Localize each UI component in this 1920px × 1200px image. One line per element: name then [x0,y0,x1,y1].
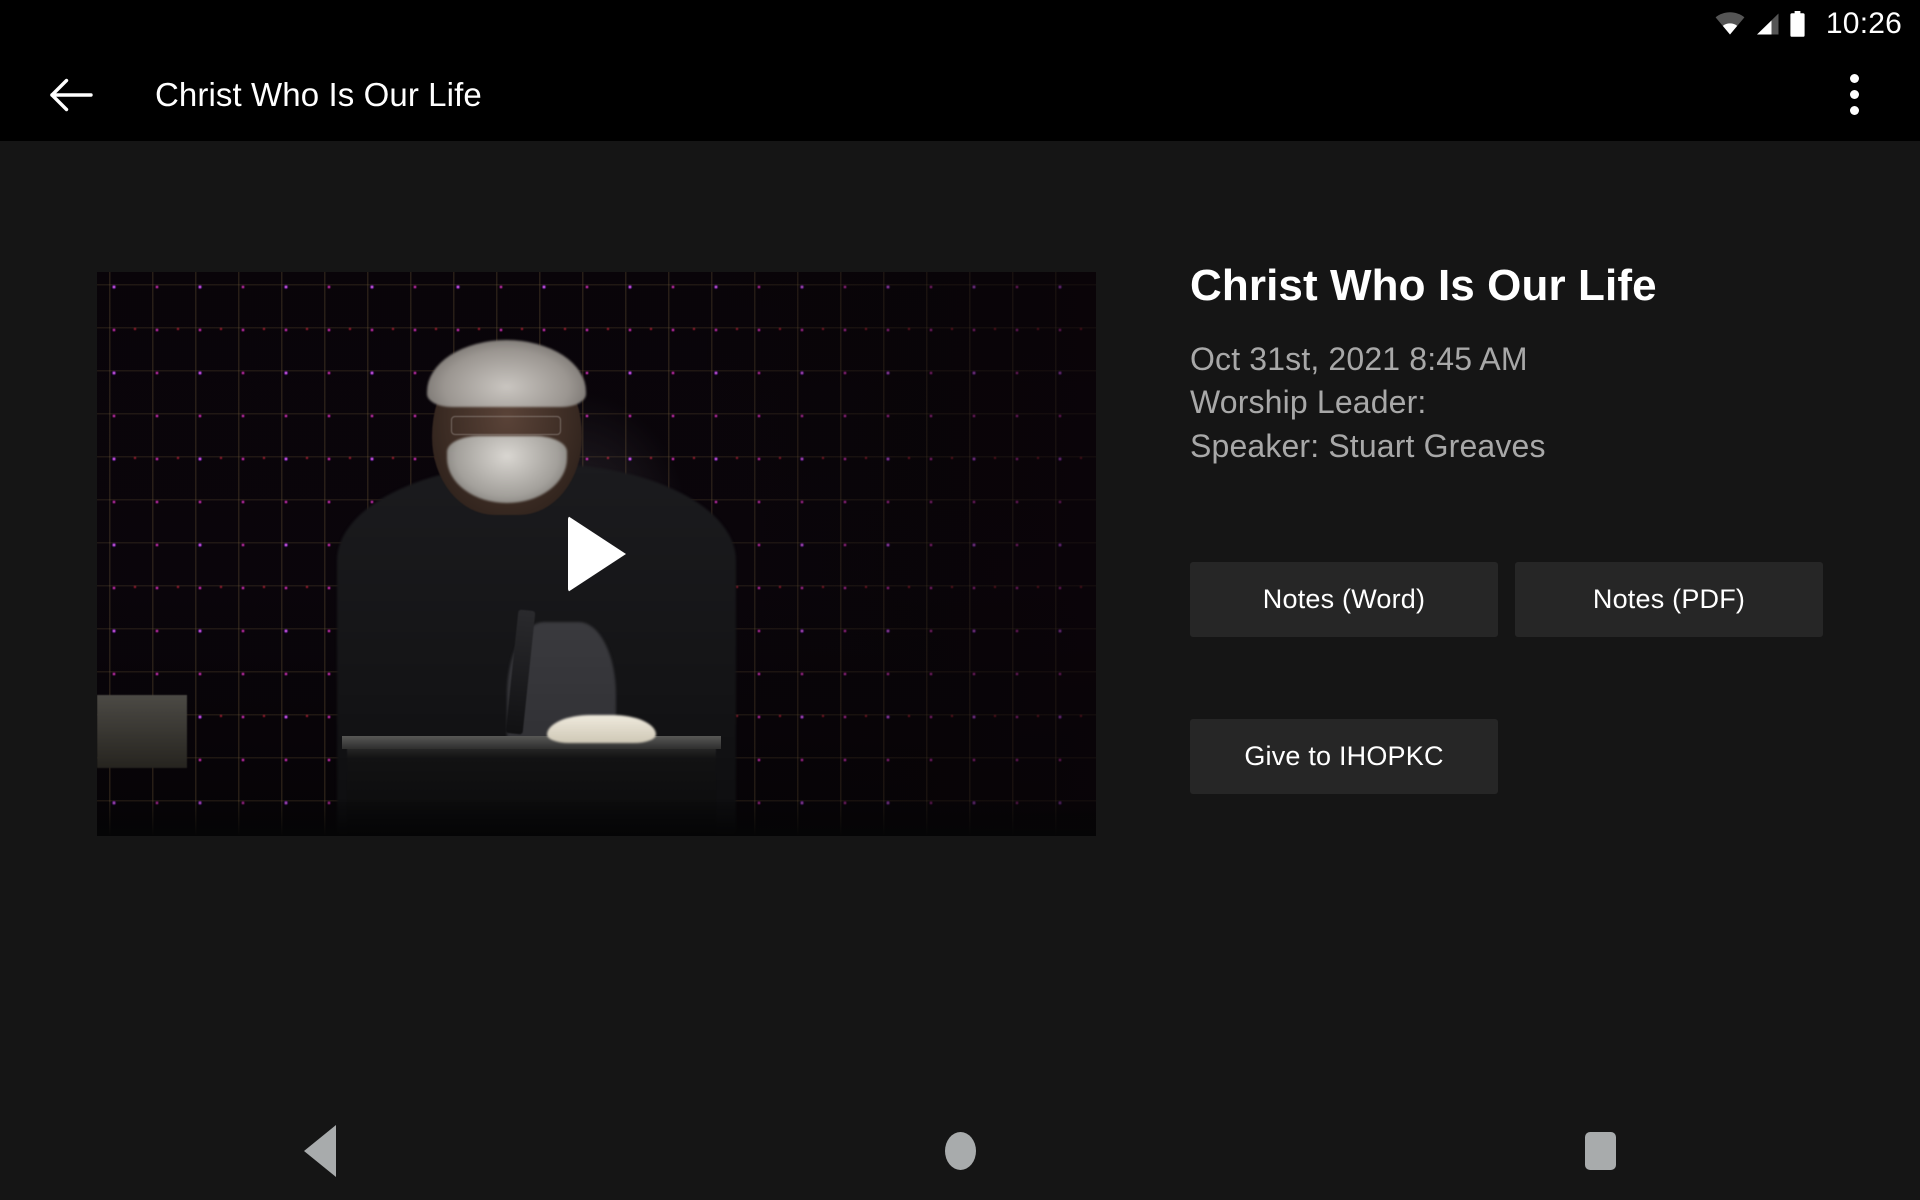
backdrop-vignette [676,272,1096,836]
nav-home-button[interactable] [870,1101,1050,1200]
app-root: 10:26 Christ Who Is Our Life Christ Who … [0,0,1920,1200]
cell-signal-icon [1756,13,1779,35]
home-icon [944,1131,976,1170]
more-vertical-icon-dot [1849,106,1859,115]
nav-back-button[interactable] [230,1101,410,1200]
nav-recents-button[interactable] [1510,1101,1690,1200]
video-player[interactable] [97,272,1096,836]
overflow-menu-button[interactable] [1824,61,1884,129]
arrow-left-icon [50,78,93,111]
speaker-label: Speaker: Stuart Greaves [1190,427,1546,464]
content-area: Christ Who Is Our Life Oct 31st, 2021 8:… [0,141,1920,1101]
status-bar: 10:26 [0,0,1920,48]
system-navigation-bar [0,1101,1920,1200]
video-title: Christ Who Is Our Life [1190,261,1657,310]
page-title: Christ Who Is Our Life [155,75,482,113]
play-icon [567,516,626,592]
notes-word-button[interactable]: Notes (Word) [1190,562,1498,638]
speaker-glasses [450,415,561,435]
stage-floor [97,802,1096,836]
video-details: Christ Who Is Our Life Oct 31st, 2021 8:… [1190,261,1880,795]
more-vertical-icon [1849,74,1859,83]
notes-button-row: Notes (Word) Notes (PDF) [1190,562,1880,638]
play-button[interactable] [562,515,632,593]
status-icons: 10:26 [1715,9,1902,39]
give-button-row: Give to IHOPKC [1190,719,1880,795]
back-button[interactable] [36,59,108,131]
open-book [546,714,657,743]
video-date: Oct 31st, 2021 8:45 AM [1190,340,1528,377]
status-clock: 10:26 [1825,7,1902,40]
more-vertical-icon-dot [1849,90,1859,99]
app-bar: Christ Who Is Our Life [0,48,1920,141]
back-icon [304,1124,336,1177]
give-to-ihopkc-button[interactable]: Give to IHOPKC [1190,719,1498,795]
stage-prop [97,695,187,769]
worship-leader-label: Worship Leader: [1190,384,1427,421]
battery-icon [1790,11,1805,37]
recents-icon [1584,1131,1616,1170]
wifi-icon [1715,12,1745,35]
notes-pdf-button[interactable]: Notes (PDF) [1515,562,1823,638]
podium-top [341,735,722,749]
